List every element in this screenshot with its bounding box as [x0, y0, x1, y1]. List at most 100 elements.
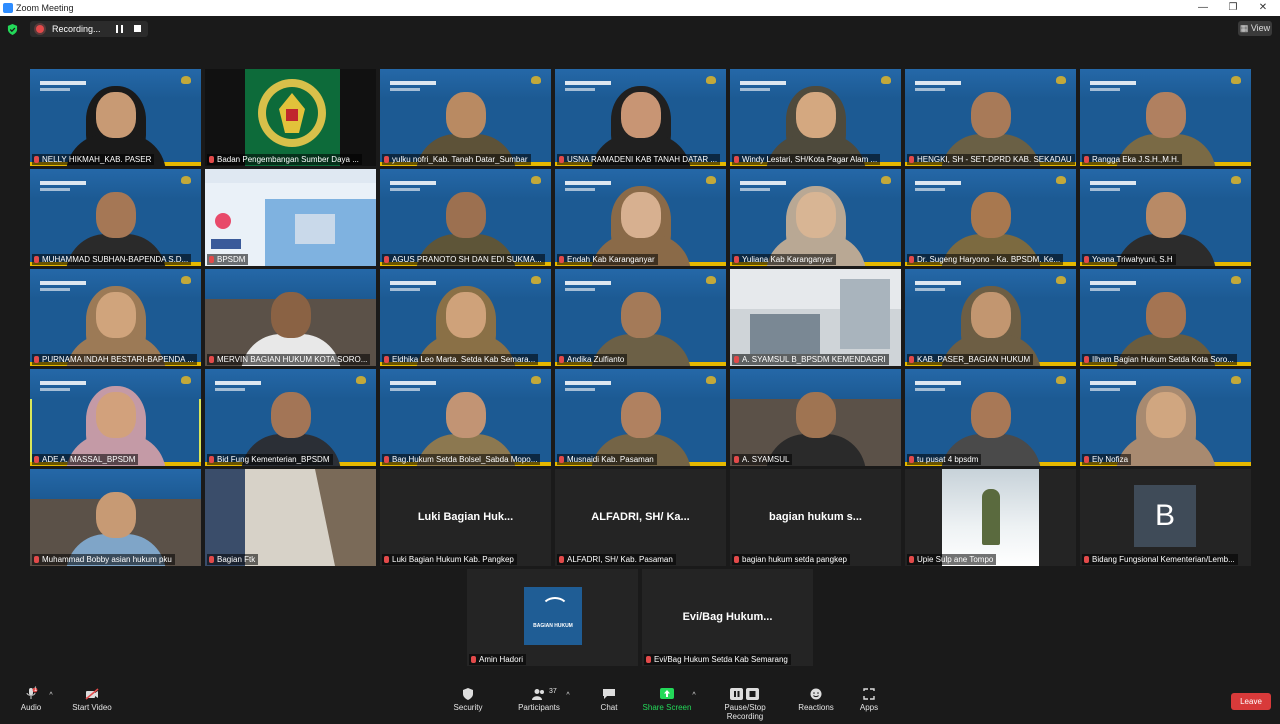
participant-name-label: Bidang Fungsional Kementerian/Lemb...	[1082, 554, 1238, 565]
participant-tile-luki-bagian-hukum-kab-pangkep[interactable]: Luki Bagian Huk... Luki Bagian Hukum Kab.…	[380, 469, 551, 566]
reactions-label: Reactions	[798, 703, 834, 712]
participant-tile-endah-kab-karanganyar[interactable]: Endah Kab Karanganyar	[555, 169, 726, 266]
encryption-shield-icon[interactable]	[7, 24, 18, 35]
participant-name: Musnaidi Kab. Pasaman	[567, 455, 654, 464]
participant-tile-bag-hukum-setda-bolsel-sabda-mopo[interactable]: Bag.Hukum Setda Bolsel_Sabda Mopo...	[380, 369, 551, 466]
participant-tile-usna-ramadeni-kab-tanah-datar[interactable]: USNA RAMADENI KAB TANAH DATAR ...	[555, 69, 726, 166]
participant-tile-bpsdm[interactable]: BPSDM	[205, 169, 376, 266]
stop-recording-icon[interactable]	[134, 25, 141, 32]
participant-tile-badan-pengembangan-sumber-daya[interactable]: Badan Pengembangan Sumber Daya ...	[205, 69, 376, 166]
banner-title-bar	[1090, 81, 1136, 85]
garuda-emblem-icon	[1056, 176, 1066, 184]
participant-name-label: Yuliana Kab Karanganyar	[732, 254, 836, 265]
participant-tile-hengki-sh-set-dprd-kab-sekadau[interactable]: HENGKI, SH - SET-DPRD KAB. SEKADAU	[905, 69, 1076, 166]
muted-mic-icon	[1084, 356, 1089, 363]
banner-title-bar	[390, 281, 436, 285]
participant-name: USNA RAMADENI KAB TANAH DATAR ...	[567, 155, 718, 164]
banner-title-bar	[40, 181, 86, 185]
participant-tile-alfadri-sh-kab-pasaman[interactable]: ALFADRI, SH/ Ka... ALFADRI, SH/ Kab. Pasa…	[555, 469, 726, 566]
participant-tile-windy-lestari-sh-kota-pagar-alam[interactable]: Windy Lestari, SH/Kota Pagar Alam ...	[730, 69, 901, 166]
maximize-icon[interactable]: ❐	[1218, 1, 1248, 15]
participant-tile-purnama-indah-bestari-bapenda[interactable]: PURNAMA INDAH BESTARI-BAPENDA ...	[30, 269, 201, 366]
banner-title-bar	[565, 281, 611, 285]
participant-name: Eldhika Leo Marta. Setda Kab Semara...	[392, 355, 536, 364]
recording-label: Recording...	[52, 24, 101, 34]
close-icon[interactable]: ✕	[1248, 1, 1278, 15]
apps-button[interactable]: Apps	[854, 686, 884, 718]
participant-tile-amin-hadori[interactable]: BAGIAN HUKUM Amin Hadori	[467, 569, 638, 666]
participant-name: AGUS PRANOTO SH DAN EDI SUKMA...	[392, 255, 542, 264]
audio-options-caret[interactable]: ^	[44, 692, 58, 724]
participants-button[interactable]: 37 Participants	[514, 686, 564, 718]
participant-tile-kab-paser-bagian-hukum[interactable]: KAB. PASER_BAGIAN HUKUM	[905, 269, 1076, 366]
participant-tile-bagian-hukum-setda-pangkep[interactable]: bagian hukum s... bagian hukum setda pang…	[730, 469, 901, 566]
participant-name: BPSDM	[217, 255, 246, 264]
participant-tile-musnaidi-kab-pasaman[interactable]: Musnaidi Kab. Pasaman	[555, 369, 726, 466]
reactions-button[interactable]: Reactions	[798, 686, 834, 718]
kemendagri-emblem-icon	[245, 69, 340, 166]
participant-name-label: Badan Pengembangan Sumber Daya ...	[207, 154, 362, 165]
participants-options-caret[interactable]: ^	[563, 692, 573, 724]
participant-name-label: Dr. Sugeng Haryono - Ka. BPSDM. Ke...	[907, 254, 1064, 265]
muted-mic-icon	[34, 556, 39, 563]
participants-count: 37	[549, 688, 557, 695]
participant-tile-andika-zulfianto[interactable]: Andika Zulfianto	[555, 269, 726, 366]
garuda-emblem-icon	[706, 76, 716, 84]
participant-tile-eldhika-leo-marta-setda-kab-semara[interactable]: Eldhika Leo Marta. Setda Kab Semara...	[380, 269, 551, 366]
bagian-hukum-logo: BAGIAN HUKUM	[524, 587, 582, 645]
banner-title-bar	[565, 181, 611, 185]
participant-tile-a-syamsul-b-bpsdm-kemendagri[interactable]: A. SYAMSUL B_BPSDM KEMENDAGRI	[730, 269, 901, 366]
participant-name-label: Rangga Eka J.S.H.,M.H.	[1082, 154, 1183, 165]
pause-stop-recording-button[interactable]: Pause/Stop Recording	[705, 686, 785, 721]
profile-picture	[942, 469, 1039, 566]
garuda-emblem-icon	[531, 176, 541, 184]
participant-name-label: Bag.Hukum Setda Bolsel_Sabda Mopo...	[382, 454, 541, 465]
view-button[interactable]: ▦ View	[1238, 21, 1272, 36]
participant-tile-muhammad-bobby-asian-hukum-pku[interactable]: Muhammad Bobby asian hukum pku	[30, 469, 201, 566]
muted-mic-icon	[384, 156, 389, 163]
pause-recording-icon[interactable]	[116, 25, 124, 33]
participant-tile-yulku-nofri-kab-tanah-datar-sumbar[interactable]: yulku nofri_Kab. Tanah Datar_Sumbar	[380, 69, 551, 166]
share-screen-button[interactable]: Share Screen	[642, 686, 692, 718]
participant-name: NELLY HIKMAH_KAB. PASER	[42, 155, 152, 164]
participant-name-label: ADE A. MASSAL_BPSDM	[32, 454, 139, 465]
chat-button[interactable]: Chat	[594, 686, 624, 718]
participant-tile-bid-fung-kementerian-bpsdm[interactable]: Bid Fung Kementerian_BPSDM	[205, 369, 376, 466]
share-options-caret[interactable]: ^	[689, 692, 699, 724]
muted-mic-icon	[1084, 156, 1089, 163]
participant-tile-muhammad-subhan-bapenda-s-d[interactable]: MUHAMMAD SUBHAN-BAPENDA S.D...	[30, 169, 201, 266]
minimize-icon[interactable]: —	[1188, 1, 1218, 15]
participant-tile-bidang-fungsional-kementerian-lemb[interactable]: B Bidang Fungsional Kementerian/Lemb...	[1080, 469, 1251, 566]
bpsdm-banner-image	[205, 169, 376, 266]
security-button[interactable]: Security	[450, 686, 486, 718]
start-video-button[interactable]: Start Video	[66, 686, 118, 718]
muted-mic-icon	[471, 656, 476, 663]
participant-tile-tu-pusat-4-bpsdm[interactable]: tu pusat 4 bpsdm	[905, 369, 1076, 466]
participant-name: Ely Nofiza	[1092, 455, 1129, 464]
muted-mic-icon	[209, 256, 214, 263]
muted-mic-icon	[1084, 456, 1089, 463]
participant-name: Endah Kab Karanganyar	[567, 255, 655, 264]
participant-tile-ade-a-massal-bpsdm[interactable]: ADE A. MASSAL_BPSDM	[30, 369, 201, 466]
participant-tile-a-syamsul[interactable]: A. SYAMSUL	[730, 369, 901, 466]
participant-tile-mervin-bagian-hukum-kota-soro[interactable]: MERVIN BAGIAN HUKUM KOTA SORO...	[205, 269, 376, 366]
participant-tile-yuliana-kab-karanganyar[interactable]: Yuliana Kab Karanganyar	[730, 169, 901, 266]
leave-button[interactable]: Leave	[1231, 693, 1271, 710]
participant-tile-bagian-ftk[interactable]: Bagian Ftk	[205, 469, 376, 566]
audio-button[interactable]: 1 Audio	[14, 686, 48, 718]
participant-tile-upie-sulp-ane-tompo[interactable]: Upie Sulp ane Tompo	[905, 469, 1076, 566]
participant-tile-agus-pranoto-sh-dan-edi-sukma[interactable]: AGUS PRANOTO SH DAN EDI SUKMA...	[380, 169, 551, 266]
participant-tile-ely-nofiza[interactable]: Ely Nofiza	[1080, 369, 1251, 466]
participant-display-name: Evi/Bag Hukum...	[682, 611, 773, 623]
participant-tile-ilham-bagian-hukum-setda-kota-soro[interactable]: Ilham Bagian Hukum Setda Kota Soro...	[1080, 269, 1251, 366]
participant-tile-yoana-triwahyuni-s-h[interactable]: Yoana Triwahyuni, S.H	[1080, 169, 1251, 266]
participant-tile-evi-bag-hukum-setda-kab-semarang[interactable]: Evi/Bag Hukum... Evi/Bag Hukum Setda Kab …	[642, 569, 813, 666]
muted-mic-icon	[384, 256, 389, 263]
muted-mic-icon	[34, 156, 39, 163]
participant-tile-nelly-hikmah-kab-paser[interactable]: NELLY HIKMAH_KAB. PASER	[30, 69, 201, 166]
banner-title-bar	[740, 81, 786, 85]
participant-tile-rangga-eka-j-s-h-m-h[interactable]: Rangga Eka J.S.H.,M.H.	[1080, 69, 1251, 166]
banner-title-bar	[1090, 381, 1136, 385]
participant-tile-dr-sugeng-haryono-ka-bpsdm-ke[interactable]: Dr. Sugeng Haryono - Ka. BPSDM. Ke...	[905, 169, 1076, 266]
grid-view-icon: ▦	[1239, 23, 1251, 33]
